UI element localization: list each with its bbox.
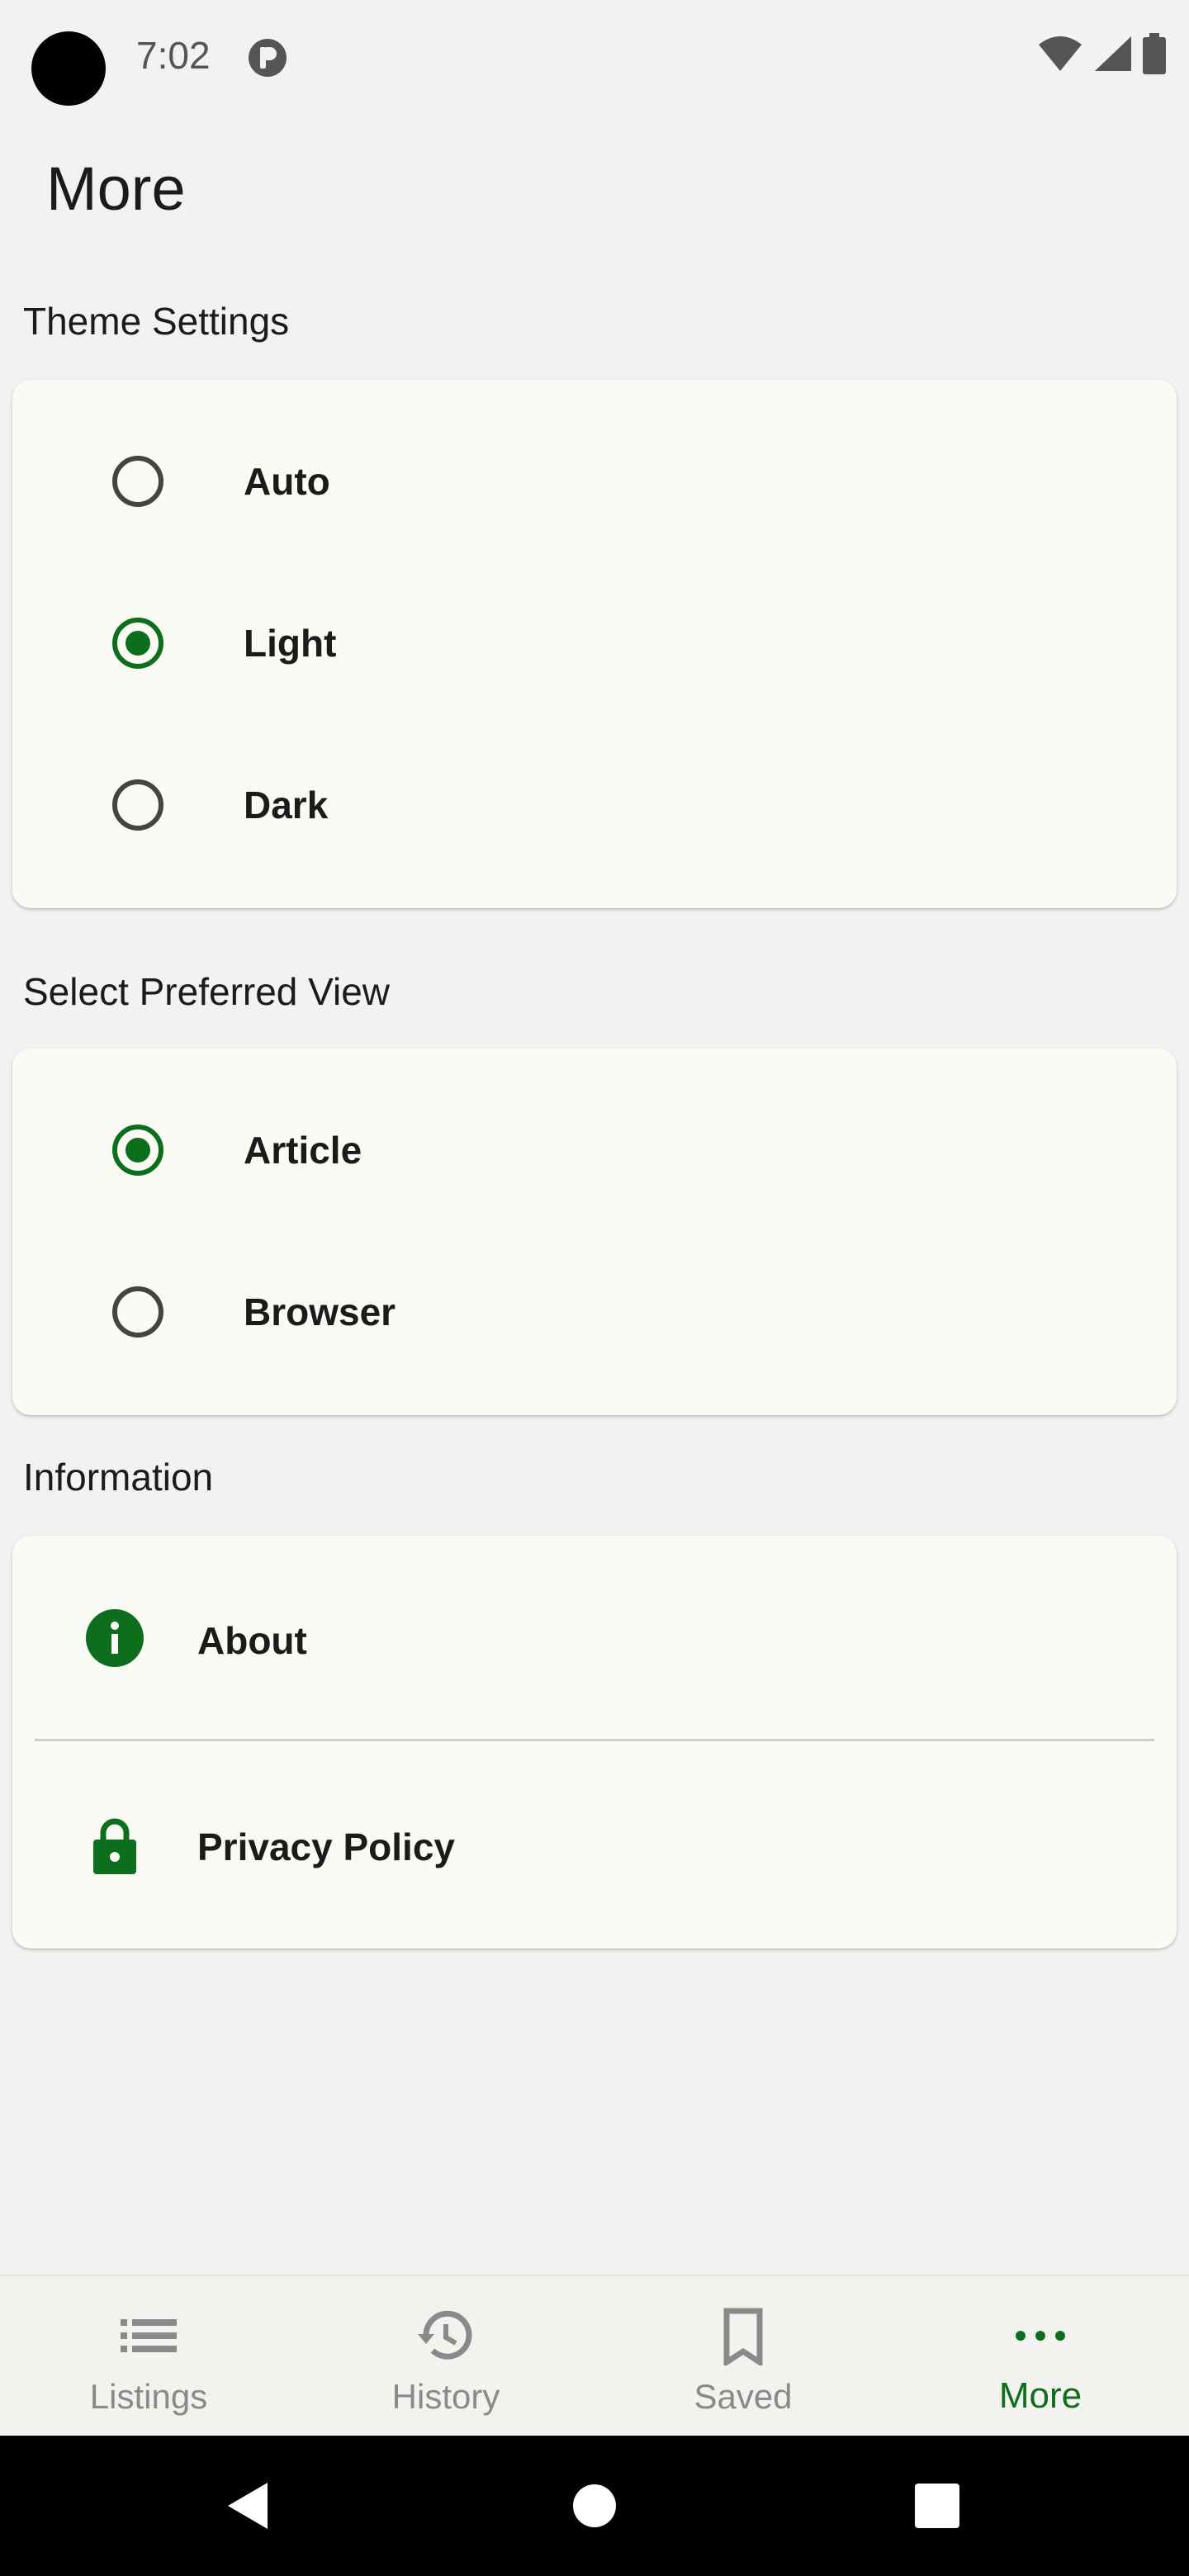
nav-saved[interactable]: Saved <box>594 2276 892 2437</box>
divider <box>35 1739 1154 1741</box>
battery-icon <box>1143 33 1166 74</box>
nav-label: More <box>998 2375 1082 2416</box>
preferred-view-heading: Select Preferred View <box>23 970 391 1013</box>
nav-listings[interactable]: Listings <box>0 2276 297 2437</box>
information-heading: Information <box>23 1456 214 1499</box>
camera-cutout <box>31 31 106 106</box>
wifi-icon <box>1039 36 1082 71</box>
theme-option-auto[interactable]: Auto <box>12 380 1177 542</box>
recents-icon[interactable] <box>912 2481 962 2531</box>
bottom-navigation: Listings History Saved More <box>0 2275 1189 2437</box>
theme-settings-card: Auto Light Dark <box>12 380 1177 908</box>
info-icon <box>86 1609 144 1667</box>
privacy-policy-item[interactable]: Privacy Policy <box>12 1742 1177 1949</box>
view-option-article[interactable]: Article <box>12 1049 1177 1210</box>
page-title: More <box>46 154 186 223</box>
status-icons <box>1037 33 1166 74</box>
lock-icon <box>93 1818 136 1874</box>
preferred-view-card: Article Browser <box>12 1049 1177 1415</box>
theme-option-dark[interactable]: Dark <box>12 703 1177 865</box>
view-option-label: Article <box>244 1129 362 1172</box>
bookmark-icon <box>723 2308 763 2365</box>
theme-option-light[interactable]: Light <box>12 542 1177 703</box>
information-card: About Privacy Policy <box>12 1536 1177 1949</box>
signal-icon <box>1095 36 1131 71</box>
system-navigation-bar <box>0 2436 1189 2576</box>
nav-more[interactable]: More <box>892 2276 1189 2437</box>
about-item[interactable]: About <box>12 1536 1177 1740</box>
nav-label: History <box>391 2377 500 2416</box>
back-icon[interactable] <box>223 2481 272 2531</box>
radio-article[interactable] <box>112 1125 163 1176</box>
status-time: 7:02 <box>136 34 211 77</box>
radio-browser[interactable] <box>112 1286 163 1338</box>
status-bar: 7:02 <box>0 0 1189 116</box>
nav-label: Saved <box>694 2377 793 2416</box>
history-icon <box>418 2310 472 2360</box>
theme-option-label: Auto <box>244 460 330 503</box>
nav-history[interactable]: History <box>297 2276 594 2437</box>
more-icon <box>1016 2331 1065 2341</box>
view-option-browser[interactable]: Browser <box>12 1210 1177 1372</box>
app-notification-icon <box>249 39 287 77</box>
radio-light[interactable] <box>112 618 163 669</box>
privacy-policy-label: Privacy Policy <box>197 1825 455 1868</box>
theme-settings-heading: Theme Settings <box>23 300 290 343</box>
home-icon[interactable] <box>570 2481 619 2531</box>
view-option-label: Browser <box>244 1290 396 1333</box>
radio-dark[interactable] <box>112 779 163 831</box>
nav-label: Listings <box>89 2377 208 2416</box>
theme-option-label: Light <box>244 622 337 665</box>
about-label: About <box>197 1619 307 1662</box>
radio-auto[interactable] <box>112 456 163 507</box>
theme-option-label: Dark <box>244 784 329 826</box>
list-icon <box>121 2319 177 2352</box>
